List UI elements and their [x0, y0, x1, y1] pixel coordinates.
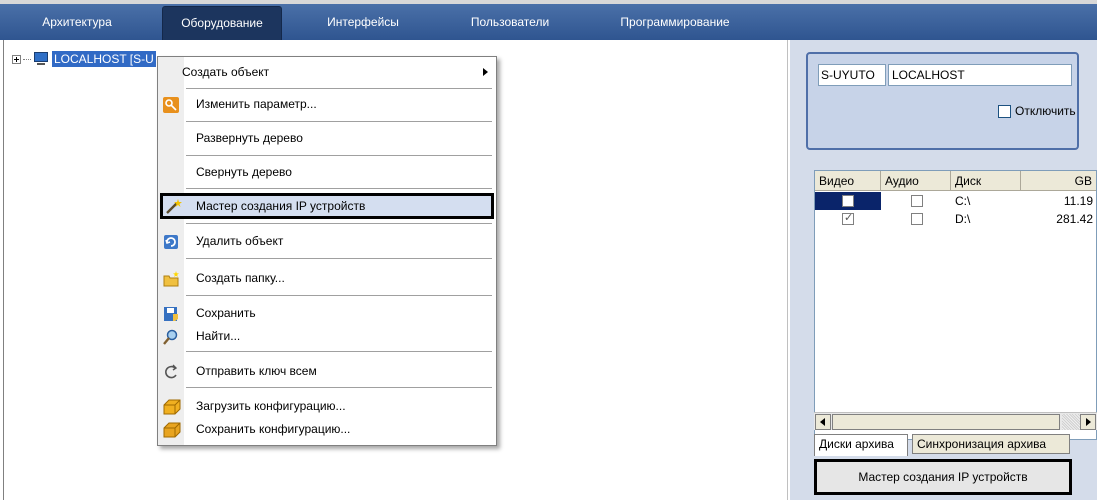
menu-item-collapse-tree[interactable]: Свернуть дерево [158, 159, 496, 185]
menu-item-label: Сохранить [196, 306, 256, 320]
menu-separator [186, 121, 492, 122]
disk-cell: C:\ [955, 194, 971, 208]
refresh-icon [163, 363, 179, 379]
scroll-right-icon[interactable] [1080, 414, 1096, 430]
video-checkbox[interactable] [842, 195, 854, 207]
audio-checkbox[interactable] [911, 213, 923, 225]
menu-separator [186, 387, 492, 388]
menu-item-label: Отправить ключ всем [196, 364, 317, 378]
tree-line [23, 58, 31, 60]
ip-device-wizard-button[interactable]: Мастер создания IP устройств [814, 459, 1072, 495]
menu-item-label: Сохранить конфигурацию... [196, 422, 351, 436]
context-menu: Создать объект Изменить параметр... Разв… [157, 56, 497, 446]
table-row[interactable]: C:\ 11.19 [815, 192, 1096, 210]
save-config-icon [163, 421, 181, 438]
properties-panel: S-UYUTO LOCALHOST Отключить Видео Аудио … [790, 40, 1097, 500]
menu-item-label: Свернуть дерево [196, 165, 292, 179]
search-icon [163, 328, 179, 345]
tree-node-label: LOCALHOST [S-U [52, 51, 156, 67]
host-settings-group: S-UYUTO LOCALHOST Отключить [806, 52, 1079, 150]
table-header: Видео Аудио Диск GB [815, 171, 1096, 191]
menu-item-create-folder[interactable]: Создать папку... [158, 265, 496, 291]
column-header-audio[interactable]: Аудио [881, 171, 951, 191]
disk-cell: D:\ [955, 212, 971, 226]
column-header-video[interactable]: Видео [815, 171, 881, 191]
video-cell-selected[interactable] [815, 192, 881, 210]
menu-item-edit-parameter[interactable]: Изменить параметр... [158, 91, 496, 117]
table-row[interactable]: D:\ 281.42 [815, 210, 1096, 228]
tab-archive-disks[interactable]: Диски архива [814, 434, 908, 456]
menu-item-label: Загрузить конфигурацию... [196, 399, 346, 413]
host-id-field[interactable]: S-UYUTO [818, 64, 886, 86]
video-checkbox[interactable] [842, 211, 854, 225]
menu-item-delete-object[interactable]: Удалить объект [158, 228, 496, 254]
host-name-field[interactable]: LOCALHOST [888, 64, 1072, 86]
key-icon [163, 96, 179, 113]
menu-item-label: Создать папку... [196, 271, 285, 285]
menu-item-label: Изменить параметр... [196, 97, 317, 111]
audio-checkbox[interactable] [911, 195, 923, 207]
gb-cell: 11.19 [1063, 194, 1093, 208]
scroll-left-icon[interactable] [815, 414, 831, 430]
checkbox-box[interactable] [998, 104, 1011, 118]
menu-separator [186, 295, 492, 296]
load-config-icon [163, 398, 181, 415]
tree-node-localhost[interactable]: LOCALHOST [S-U [12, 50, 156, 68]
menu-separator [186, 258, 492, 259]
menu-item-label: Удалить объект [196, 234, 284, 248]
tab-archive-sync[interactable]: Синхронизация архива [912, 434, 1070, 454]
menu-item-ip-wizard[interactable]: Мастер создания IP устройств [160, 193, 494, 219]
scroll-track[interactable] [1062, 414, 1080, 430]
archive-disks-table[interactable]: Видео Аудио Диск GB C:\ 11.19 D:\ 281.42 [814, 170, 1097, 440]
menu-item-label: Развернуть дерево [196, 131, 303, 145]
scroll-thumb[interactable] [832, 414, 1060, 430]
menu-item-label: Создать объект [182, 65, 270, 79]
menu-separator [186, 351, 492, 352]
menu-item-expand-tree[interactable]: Развернуть дерево [158, 125, 496, 151]
save-icon [163, 305, 179, 321]
tab-users[interactable]: Пользователи [450, 4, 570, 40]
main-tab-bar: Архитектура Оборудование Интерфейсы Поль… [0, 4, 1097, 40]
menu-item-find[interactable]: Найти... [158, 323, 496, 349]
new-folder-icon [163, 270, 179, 287]
menu-item-create-object[interactable]: Создать объект [158, 59, 496, 85]
menu-item-save-config[interactable]: Сохранить конфигурацию... [158, 416, 496, 442]
tab-interfaces[interactable]: Интерфейсы [308, 4, 418, 40]
delete-icon [163, 233, 179, 249]
menu-separator [186, 223, 492, 224]
wand-icon [165, 198, 182, 214]
gb-cell: 281.42 [1056, 212, 1093, 226]
tab-architecture[interactable]: Архитектура [22, 4, 132, 40]
horizontal-scrollbar[interactable] [814, 412, 1097, 430]
column-header-disk[interactable]: Диск [951, 171, 1021, 191]
menu-separator [186, 188, 492, 189]
menu-item-label: Мастер создания IP устройств [196, 199, 366, 213]
tab-programming[interactable]: Программирование [602, 4, 748, 40]
tab-equipment[interactable]: Оборудование [162, 6, 282, 40]
disable-checkbox[interactable]: Отключить [998, 104, 1076, 118]
menu-item-label: Найти... [196, 329, 241, 343]
disable-label: Отключить [1015, 104, 1076, 118]
menu-separator [186, 88, 492, 89]
menu-item-send-key[interactable]: Отправить ключ всем [158, 358, 496, 384]
submenu-arrow-icon [483, 68, 488, 76]
column-header-gb[interactable]: GB [1021, 171, 1096, 191]
menu-separator [186, 155, 492, 156]
computer-icon [33, 52, 49, 66]
expand-icon[interactable] [12, 54, 21, 64]
